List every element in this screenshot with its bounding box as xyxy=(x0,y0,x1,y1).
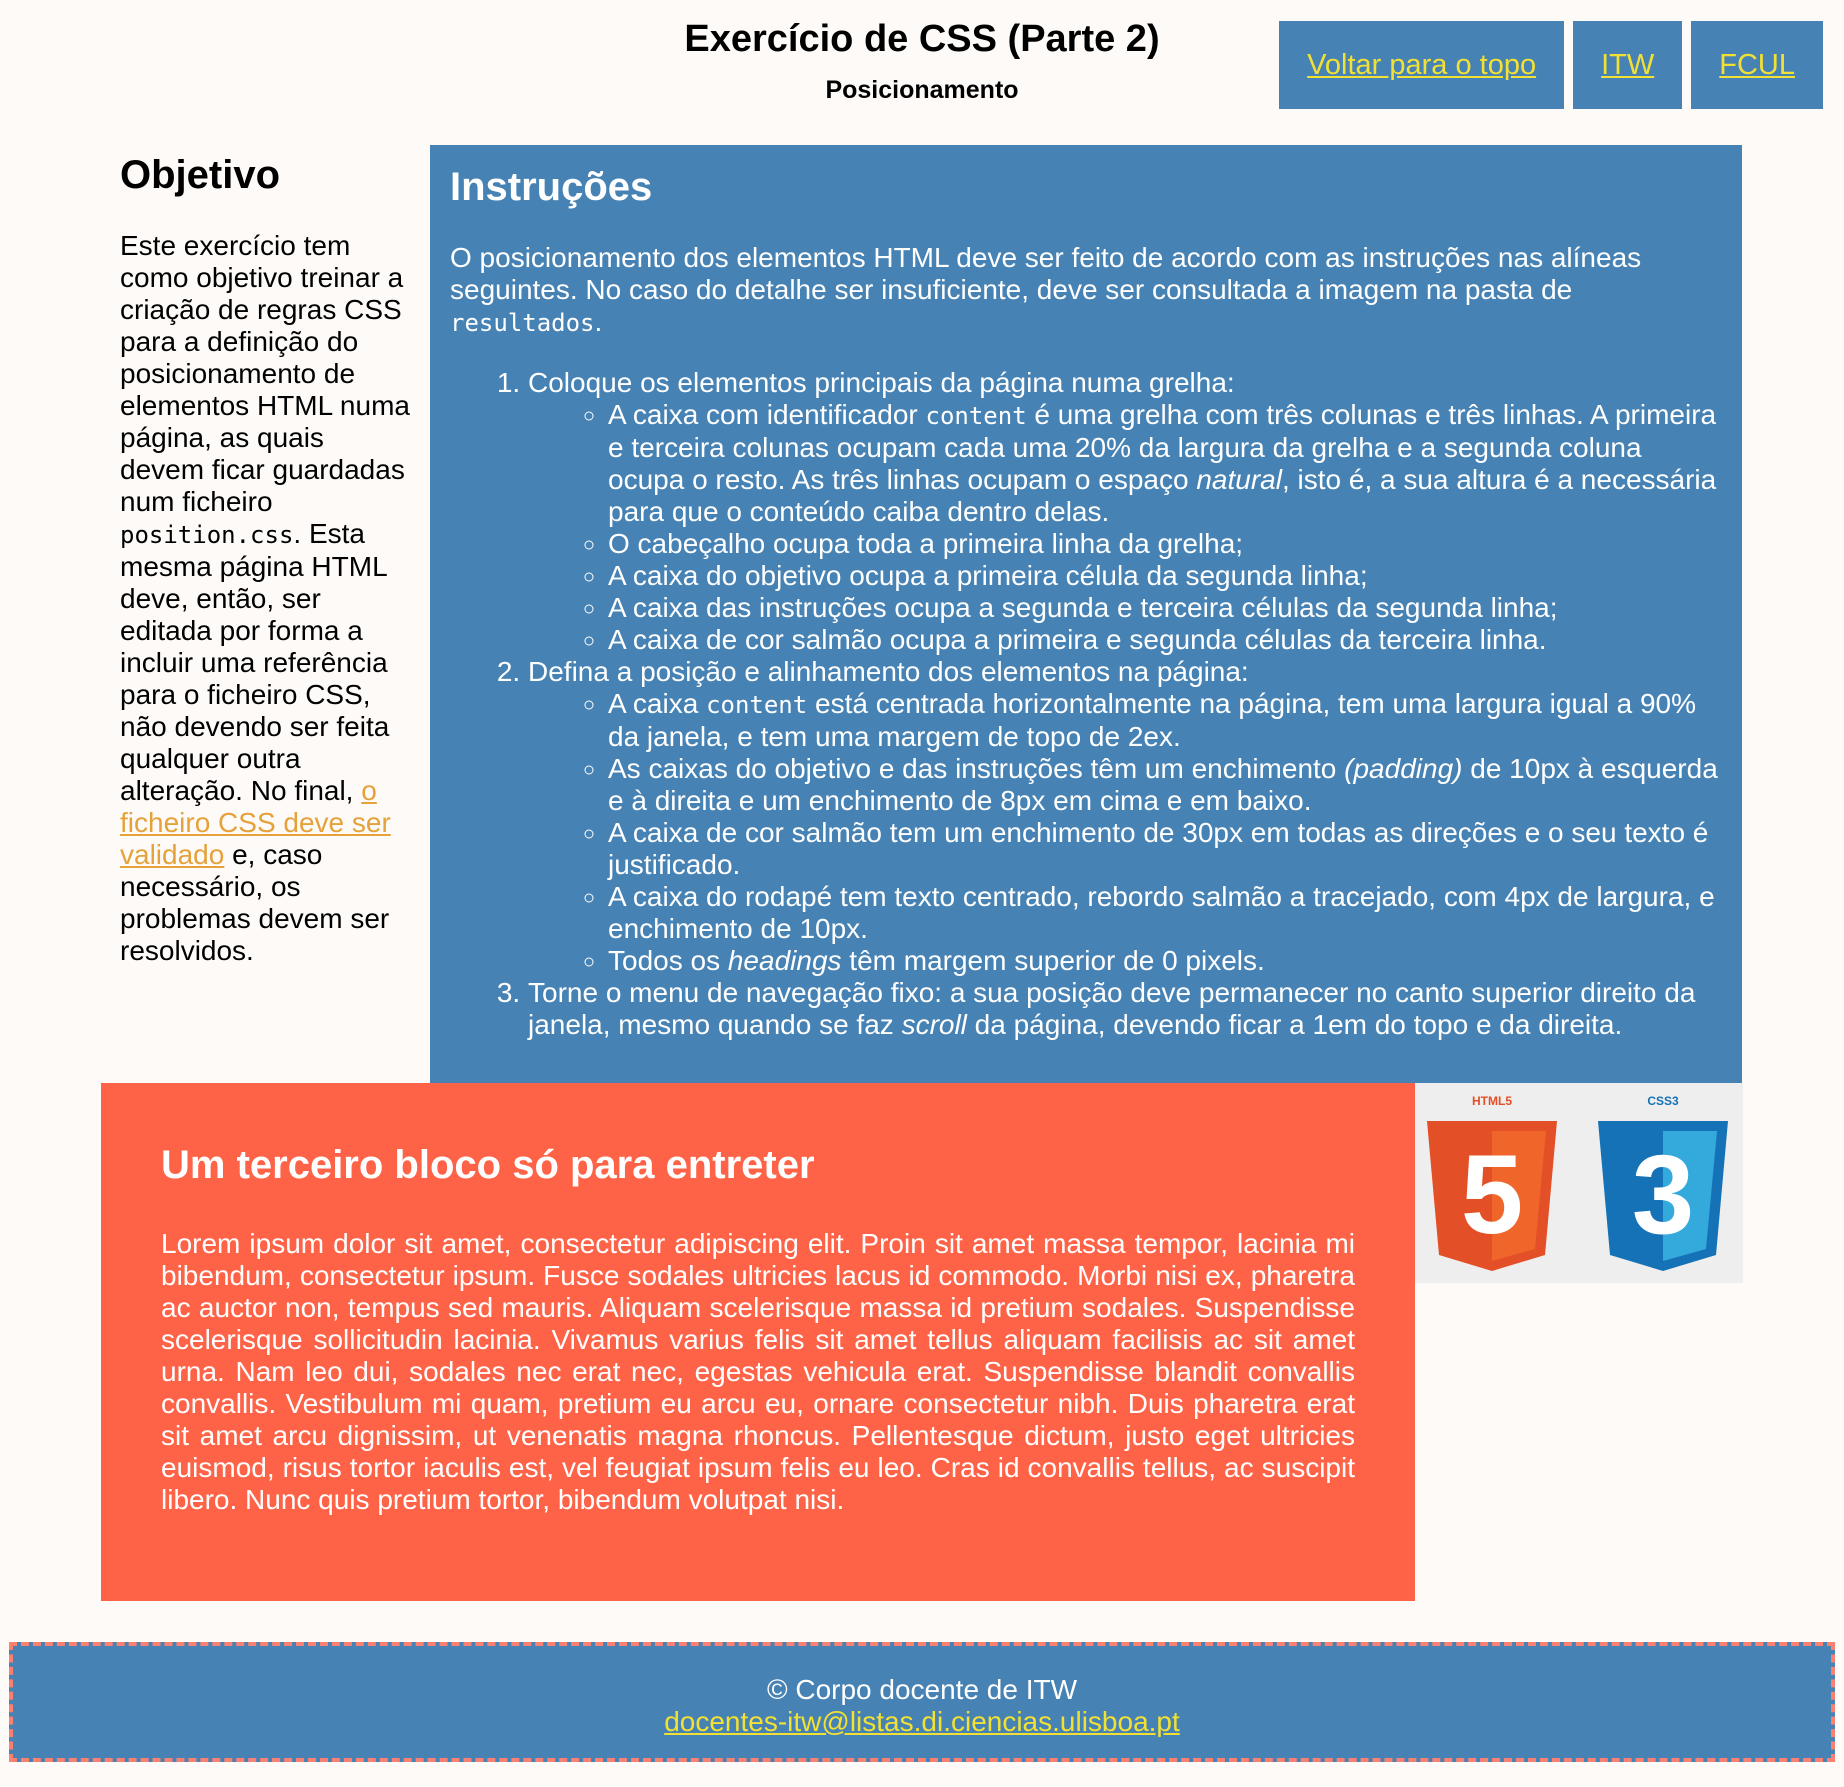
instruction-text: da página, devendo ficar a 1em do topo e… xyxy=(966,1009,1623,1040)
intro-text: . xyxy=(594,306,603,337)
instruction-text: Coloque os elementos principais da págin… xyxy=(528,367,1235,398)
nav-link-fcul[interactable]: FCUL xyxy=(1691,21,1823,109)
nav-link-back-to-top[interactable]: Voltar para o topo xyxy=(1279,21,1565,109)
sub-item: Todos os headings têm margem superior de… xyxy=(608,945,1722,977)
instruction-sublist: A caixa com identificador content é uma … xyxy=(528,399,1722,656)
objetivo-heading: Objetivo xyxy=(120,153,281,197)
sub-item-code: content xyxy=(925,402,1027,430)
sub-item: A caixa content está centrada horizontal… xyxy=(608,688,1722,753)
sub-item-text: A caixa xyxy=(608,688,707,719)
instruction-emphasis: scroll xyxy=(901,1009,967,1040)
objetivo-text-part: . Esta mesma página HTML deve, então, se… xyxy=(120,518,390,806)
navigation-menu: Voltar para o topo ITW FCUL xyxy=(1279,21,1823,109)
sub-item: As caixas do objetivo e das instruções t… xyxy=(608,753,1722,817)
instruction-item-1: Coloque os elementos principais da págin… xyxy=(528,367,1722,656)
sub-item-text: Todos os xyxy=(608,945,728,976)
sub-item-text: A caixa com identificador xyxy=(608,399,926,430)
objetivo-text-part: Este exercício tem como objetivo treinar… xyxy=(120,230,410,517)
sub-item-text: têm margem superior de 0 pixels. xyxy=(841,945,1265,976)
instrucoes-intro: O posicionamento dos elementos HTML deve… xyxy=(450,242,1722,339)
footer-copyright: © Corpo docente de ITW xyxy=(766,1674,1078,1705)
intro-text: O posicionamento dos elementos HTML deve… xyxy=(450,242,1642,305)
sub-item-emphasis: (padding) xyxy=(1344,753,1463,784)
objetivo-text: Este exercício tem como objetivo treinar… xyxy=(120,230,410,967)
html5-digit: 5 xyxy=(1461,1132,1523,1257)
objetivo-code: position.css xyxy=(120,521,294,549)
page-footer: © Corpo docente de ITW docentes-itw@list… xyxy=(9,1642,1835,1762)
sub-item: A caixa de cor salmão tem um enchimento … xyxy=(608,817,1722,881)
sub-item: A caixa do objetivo ocupa a primeira cél… xyxy=(608,560,1722,592)
salmon-box: Um terceiro bloco só para entreter Lorem… xyxy=(101,1083,1415,1601)
sub-item-text: As caixas do objetivo e das instruções t… xyxy=(608,753,1345,784)
objetivo-box: Objetivo Este exercício tem como objetiv… xyxy=(110,145,420,975)
instrucoes-box: Instruções O posicionamento dos elemento… xyxy=(430,145,1742,1083)
sub-item-emphasis: natural xyxy=(1196,464,1282,495)
instruction-text: Defina a posição e alinhamento dos eleme… xyxy=(528,656,1249,687)
instrucoes-heading: Instruções xyxy=(450,165,653,209)
intro-code: resultados xyxy=(450,309,595,337)
sub-item: A caixa das instruções ocupa a segunda e… xyxy=(608,592,1722,624)
sub-item: O cabeçalho ocupa toda a primeira linha … xyxy=(608,528,1722,560)
css3-digit: 3 xyxy=(1632,1132,1694,1257)
instructions-list: Coloque os elementos principais da págin… xyxy=(450,367,1722,1041)
logos-image: HTML5 5 CSS3 3 xyxy=(1415,1083,1743,1283)
instruction-sublist: A caixa content está centrada horizontal… xyxy=(528,688,1722,977)
html5-css3-logos: HTML5 5 CSS3 3 xyxy=(1415,1083,1743,1283)
html5-label: HTML5 xyxy=(1472,1094,1512,1108)
sub-item: A caixa de cor salmão ocupa a primeira e… xyxy=(608,624,1722,656)
sub-item-emphasis: headings xyxy=(727,945,842,976)
css3-label: CSS3 xyxy=(1647,1094,1679,1108)
instruction-item-3: Torne o menu de navegação fixo: a sua po… xyxy=(528,977,1722,1041)
instruction-item-2: Defina a posição e alinhamento dos eleme… xyxy=(528,656,1722,977)
footer-email-link[interactable]: docentes-itw@listas.di.ciencias.ulisboa.… xyxy=(664,1706,1180,1737)
salmon-text: Lorem ipsum dolor sit amet, consectetur … xyxy=(161,1228,1355,1515)
sub-item-code: content xyxy=(706,691,808,719)
salmon-heading: Um terceiro bloco só para entreter xyxy=(161,1143,815,1187)
sub-item: A caixa com identificador content é uma … xyxy=(608,399,1722,528)
sub-item: A caixa do rodapé tem texto centrado, re… xyxy=(608,881,1722,945)
nav-link-itw[interactable]: ITW xyxy=(1573,21,1683,109)
